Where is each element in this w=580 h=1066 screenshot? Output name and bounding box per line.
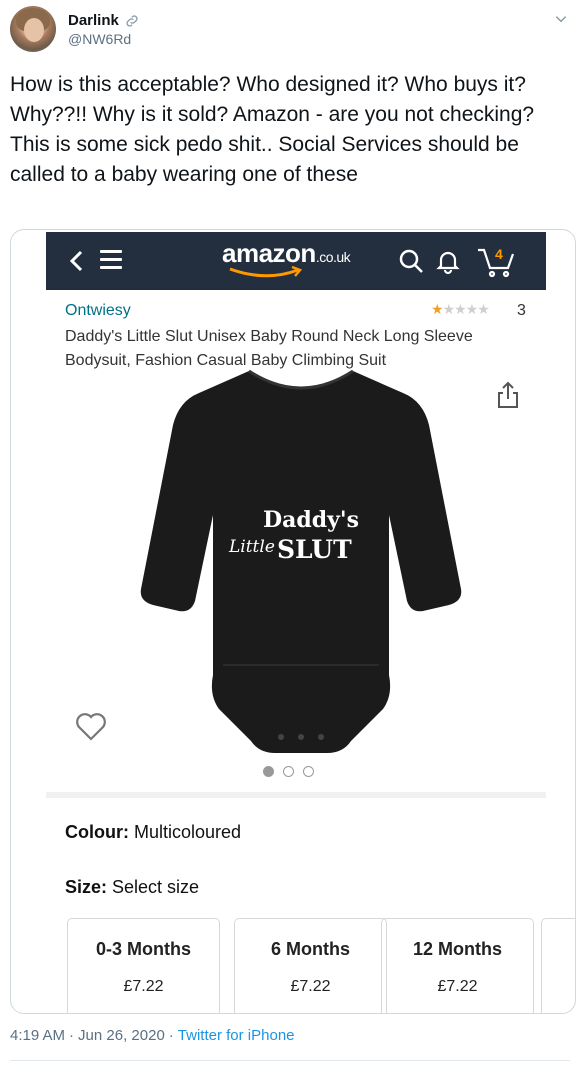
- tweet-text: How is this acceptable? Who designed it?…: [10, 73, 535, 186]
- bottom-divider: [10, 1060, 570, 1061]
- tweet-header: Darlink @NW6Rd: [10, 6, 570, 56]
- size-option-price: £7.22: [290, 978, 331, 995]
- name-row: Darlink: [68, 12, 140, 29]
- avatar[interactable]: [10, 6, 56, 52]
- tweet-source[interactable]: Twitter for iPhone: [178, 1027, 295, 1044]
- tweet-date[interactable]: Jun 26, 2020: [78, 1027, 165, 1044]
- print-text-daddys: Daddy's: [262, 507, 359, 533]
- carousel-dot[interactable]: [303, 766, 314, 777]
- bell-icon[interactable]: [434, 247, 462, 275]
- link-icon: [126, 14, 138, 27]
- size-value: Select size: [112, 877, 200, 897]
- size-option-label: 0-3 Months: [95, 939, 191, 959]
- size-label: Size:: [65, 877, 108, 897]
- meta-separator: ·: [69, 1027, 75, 1044]
- amazon-logo[interactable]: amazon.co.uk: [222, 238, 351, 269]
- cart-count: 4: [495, 246, 503, 262]
- size-option-label: 12 Months: [412, 939, 502, 959]
- tweet-media[interactable]: amazon.co.uk 4 Ontwiesy ★★★★★ 3 Daddy's …: [10, 229, 576, 1014]
- hamburger-menu-icon[interactable]: [100, 250, 122, 272]
- size-row: Size: Select size: [65, 877, 199, 898]
- print-text-slut: SLUT: [277, 535, 352, 564]
- colour-row: Colour: Multicoloured: [65, 822, 241, 843]
- amazon-logo-tld: .co.uk: [315, 249, 351, 265]
- size-option-price: £7.22: [437, 978, 478, 995]
- back-arrow-icon[interactable]: [66, 248, 88, 274]
- size-option-12-months[interactable]: 12 Months £7.22: [381, 918, 534, 1013]
- colour-value: Multicoloured: [134, 822, 242, 842]
- meta-separator: ·: [168, 1027, 174, 1044]
- share-icon[interactable]: [495, 380, 521, 410]
- carousel-dot[interactable]: [263, 766, 274, 777]
- section-divider: [46, 792, 546, 798]
- carousel-dots: [263, 766, 314, 777]
- size-option-6-months[interactable]: 6 Months £7.22: [234, 918, 387, 1013]
- amazon-nav-bar: amazon.co.uk 4: [46, 232, 546, 290]
- size-option-price: £7.22: [123, 978, 164, 995]
- amazon-smile-icon: [229, 266, 303, 278]
- tweet-meta: 4:19 AM · Jun 26, 2020 · Twitter for iPh…: [10, 1027, 295, 1044]
- brand-link[interactable]: Ontwiesy: [65, 302, 131, 320]
- user-handle[interactable]: @NW6Rd: [68, 31, 131, 47]
- heart-icon[interactable]: [75, 712, 107, 742]
- rating-count[interactable]: 3: [517, 302, 526, 320]
- colour-label: Colour:: [65, 822, 129, 842]
- size-option-0-3-months[interactable]: 0-3 Months £7.22: [67, 918, 220, 1013]
- carousel-dot[interactable]: [283, 766, 294, 777]
- tweet-time[interactable]: 4:19 AM: [10, 1027, 65, 1044]
- size-option-partial[interactable]: [541, 918, 575, 1013]
- size-option-label: 6 Months: [271, 939, 350, 959]
- display-name[interactable]: Darlink: [68, 12, 119, 29]
- chevron-down-icon[interactable]: [554, 12, 568, 26]
- star-rating[interactable]: ★★★★★: [431, 301, 490, 318]
- search-icon[interactable]: [398, 248, 424, 274]
- print-text-little: Little: [229, 537, 275, 557]
- amazon-logo-text: amazon: [222, 238, 316, 268]
